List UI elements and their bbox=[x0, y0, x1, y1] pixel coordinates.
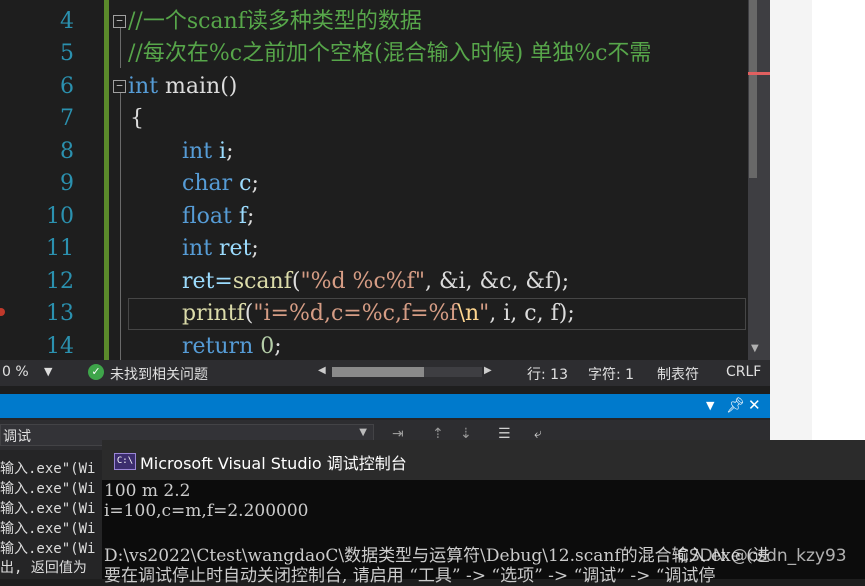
code-line: int main() bbox=[128, 74, 238, 99]
indent-mode[interactable]: 制表符 bbox=[657, 364, 699, 384]
code-line: float f; bbox=[182, 204, 255, 229]
code-line: { bbox=[130, 106, 144, 131]
zoom-level[interactable]: 0 % bbox=[2, 364, 29, 380]
output-line: 输入.exe"(Wi bbox=[0, 521, 96, 537]
code-line: int ret; bbox=[182, 236, 259, 261]
console-titlebar[interactable]: C:\ Microsoft Visual Studio 调试控制台 bbox=[102, 440, 865, 480]
chevron-down-icon: ▼ bbox=[359, 427, 367, 438]
check-circle-icon: ✓ bbox=[88, 364, 104, 380]
editor-status-bar: 0 % ▼ ✓ 未找到相关问题 ◀ ▶ 行: 13 字符: 1 制表符 CRLF bbox=[0, 360, 770, 386]
output-line: 输入.exe"(Wi bbox=[0, 481, 96, 497]
code-area[interactable]: //一个scanf读多种类型的数据 //每次在%c之前加个空格(混合输入时候) … bbox=[0, 0, 748, 360]
code-line: //一个scanf读多种类型的数据 bbox=[128, 9, 422, 34]
scroll-down-arrow-icon[interactable]: ▼ bbox=[751, 343, 759, 354]
scroll-position-marker bbox=[748, 72, 770, 75]
scroll-left-arrow-icon[interactable]: ◀ bbox=[318, 365, 326, 376]
output-line: 输入.exe"(Wi bbox=[0, 541, 96, 557]
issues-status[interactable]: 未找到相关问题 bbox=[110, 364, 208, 384]
background-strip bbox=[812, 0, 865, 440]
output-line: 输入.exe"(Wi bbox=[0, 461, 96, 477]
code-line: printf("i=%d,c=%c,f=%f\n", i, c, f); bbox=[182, 301, 575, 326]
horizontal-scrollbar-thumb[interactable] bbox=[332, 367, 424, 377]
vertical-scrollbar-thumb[interactable] bbox=[749, 0, 757, 178]
scroll-right-arrow-icon[interactable]: ▶ bbox=[484, 365, 492, 376]
output-source-value: 调试 bbox=[3, 429, 31, 445]
console-app-icon: C:\ bbox=[114, 453, 136, 470]
dropdown-arrow-icon[interactable]: ▼ bbox=[706, 399, 714, 412]
close-icon[interactable]: ✕ bbox=[748, 396, 761, 414]
console-line: 100 m 2.2 bbox=[104, 481, 191, 501]
cursor-char[interactable]: 字符: 1 bbox=[588, 364, 634, 384]
output-line: 输入.exe"(Wi bbox=[0, 501, 96, 517]
code-line: int i; bbox=[182, 139, 234, 164]
code-line: return 0; bbox=[182, 334, 282, 359]
code-line: ret=scanf("%d %c%f", &i, &c, &f); bbox=[182, 269, 570, 294]
code-line: //每次在%c之前加个空格(混合输入时候) 单独%c不需 bbox=[128, 41, 652, 66]
code-editor[interactable]: 4 5 6 7 8 9 10 11 12 13 14 − − //一个scanf… bbox=[0, 0, 770, 360]
output-line: 出, 返回值为 bbox=[0, 560, 87, 576]
output-panel-titlebar: ▼ 📌︎ ✕ bbox=[0, 394, 770, 418]
cursor-line[interactable]: 行: 13 bbox=[527, 364, 568, 384]
debug-console-window[interactable]: C:\ Microsoft Visual Studio 调试控制台 100 m … bbox=[102, 440, 865, 586]
watermark: CSDN @csdn_kzy93 bbox=[677, 546, 847, 566]
pin-icon[interactable]: 📌︎ bbox=[726, 396, 745, 414]
console-line: 要在调试停止时自动关闭控制台, 请启用 “工具” -> “选项” -> “调试”… bbox=[104, 566, 716, 586]
code-line: char c; bbox=[182, 171, 259, 196]
line-ending[interactable]: CRLF bbox=[726, 364, 761, 380]
console-title: Microsoft Visual Studio 调试控制台 bbox=[140, 454, 407, 473]
console-line: i=100,c=m,f=2.200000 bbox=[104, 501, 309, 521]
zoom-dropdown-icon[interactable]: ▼ bbox=[44, 365, 52, 378]
